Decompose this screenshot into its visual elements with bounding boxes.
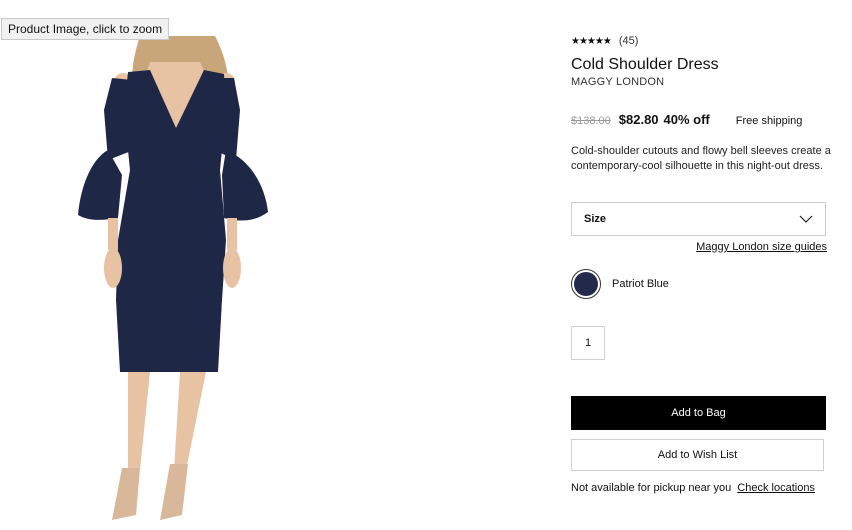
price-row: $138.00 $82.80 40% off Free shipping (571, 112, 826, 127)
left-shoe (112, 468, 140, 520)
discount-label: 40% off (663, 112, 710, 127)
chevron-down-icon (799, 215, 813, 223)
brand-name[interactable]: MAGGY LONDON (571, 76, 826, 88)
size-dropdown[interactable]: Size (571, 202, 826, 236)
left-sleeve (104, 78, 134, 160)
right-hand (223, 248, 241, 288)
product-image[interactable]: Product Image, click to zoom (0, 0, 330, 530)
zoom-tooltip: Product Image, click to zoom (1, 18, 170, 40)
product-description: Cold-shoulder cutouts and flowy bell sle… (571, 145, 831, 172)
pickup-availability: Not available for pickup near you Check … (571, 482, 815, 494)
sale-price: $82.80 (618, 112, 659, 127)
review-count: (45) (618, 35, 639, 47)
pickup-text: Not available for pickup near you (571, 482, 732, 494)
product-title: Cold Shoulder Dress (571, 56, 719, 73)
star-rating-icon: ★★★★★ (571, 35, 612, 47)
size-label: Size (584, 213, 607, 225)
color-selector: Patriot Blue (571, 269, 669, 299)
color-name: Patriot Blue (612, 278, 669, 290)
quantity-selector[interactable]: 1 (571, 326, 605, 360)
rating[interactable]: ★★★★★ (45) (571, 34, 826, 48)
add-to-bag-button[interactable]: Add to Bag (571, 396, 826, 430)
check-locations-link[interactable]: Check locations (737, 482, 815, 494)
left-leg (128, 372, 150, 470)
color-swatch[interactable] (571, 269, 601, 299)
size-guide-link[interactable]: Maggy London size guides (696, 241, 827, 253)
product-info-panel: ★★★★★ (45) Cold Shoulder Dress MAGGY LON… (571, 34, 831, 494)
right-sleeve (214, 78, 240, 160)
dress-illustration[interactable] (0, 0, 330, 530)
left-hand (104, 248, 122, 288)
right-shoe (160, 464, 188, 520)
swatch-fill (574, 272, 598, 296)
shipping-label: Free shipping (735, 115, 803, 127)
right-leg (174, 372, 206, 470)
left-bell-cuff (78, 150, 122, 220)
add-to-wish-list-button[interactable]: Add to Wish List (571, 439, 824, 471)
right-bell-cuff (222, 150, 268, 221)
original-price: $138.00 (571, 115, 611, 127)
